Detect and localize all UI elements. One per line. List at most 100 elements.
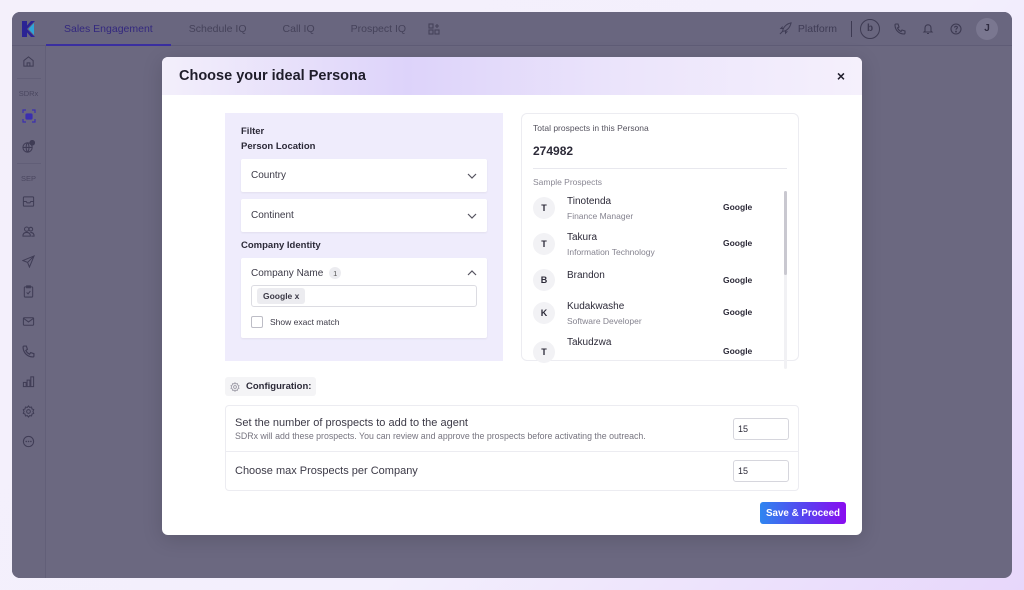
sidebar-item-analytics[interactable] — [12, 366, 46, 396]
sidebar-item-globe[interactable] — [12, 131, 46, 161]
modal-header: Choose your ideal Persona × — [162, 57, 862, 95]
more-icon — [22, 435, 35, 447]
filter-title: Filter — [241, 126, 265, 137]
country-label: Country — [251, 170, 287, 181]
exact-match-row: Show exact match — [251, 316, 477, 328]
help-icon[interactable] — [948, 21, 964, 37]
tab-call-iq[interactable]: Call IQ — [265, 12, 333, 46]
prospect-name: Brandon — [567, 270, 605, 281]
prospect-row[interactable]: K Kudakwashe Software Developer Google — [533, 296, 787, 332]
sidebar-item-agent[interactable] — [12, 101, 46, 131]
users-icon — [22, 226, 35, 237]
prospect-list: T Tinotenda Finance Manager Google T Taku… — [533, 191, 787, 369]
bell-icon[interactable] — [920, 21, 936, 37]
sidebar-divider — [16, 163, 41, 164]
sidebar-item-inbox[interactable] — [12, 186, 46, 216]
person-location-heading: Person Location — [241, 141, 316, 152]
sidebar-item-calls[interactable] — [12, 336, 46, 366]
scrollbar-thumb[interactable] — [784, 191, 787, 275]
prospect-list-scrollbar[interactable] — [784, 191, 787, 369]
phone-icon[interactable] — [892, 21, 908, 37]
divider — [851, 20, 852, 37]
b-button[interactable]: b — [860, 18, 880, 39]
logo[interactable] — [12, 12, 46, 46]
clipboard-check-icon — [23, 284, 34, 298]
phone-icon — [22, 344, 35, 358]
prospect-name: Takudzwa — [567, 337, 612, 348]
prospect-name: Tinotenda — [567, 196, 612, 207]
prospect-role: Finance Manager — [567, 211, 634, 221]
gear-icon — [230, 381, 240, 392]
globe-icon — [22, 139, 35, 153]
prospect-row[interactable]: B Brandon Google — [533, 263, 787, 296]
prospect-avatar: T — [533, 197, 555, 219]
sidebar: SDRx SEP — [12, 46, 46, 578]
config-row-title: Choose max Prospects per Company — [235, 465, 418, 477]
sidebar-item-more[interactable] — [12, 426, 46, 456]
logo-icon — [22, 20, 35, 37]
configuration-label: Configuration: — [246, 381, 312, 392]
mail-icon — [22, 316, 35, 326]
configuration-panel: Set the number of prospects to add to th… — [225, 405, 799, 491]
persona-modal: Choose your ideal Persona × Filter Perso… — [162, 57, 862, 535]
prospect-avatar: K — [533, 302, 555, 324]
sidebar-item-tasks[interactable] — [12, 276, 46, 306]
send-icon — [22, 254, 35, 268]
company-name-filter: Company Name 1 Google x Show exact match — [241, 258, 487, 338]
exact-match-label: Show exact match — [270, 317, 340, 327]
prospect-row[interactable]: T Takura Information Technology Google — [533, 227, 787, 263]
prospect-count-input[interactable] — [733, 417, 789, 440]
apps-grid-icon[interactable] — [428, 22, 440, 35]
prospect-role: Software Developer — [567, 316, 642, 326]
company-identity-heading: Company Identity — [241, 240, 321, 251]
save-proceed-button[interactable]: Save & Proceed — [760, 502, 846, 524]
prospect-row[interactable]: T Tinotenda Finance Manager Google — [533, 191, 787, 227]
home-icon — [23, 55, 34, 67]
prospect-name: Kudakwashe — [567, 301, 625, 312]
prospect-company: Google — [723, 307, 753, 317]
agent-icon — [21, 109, 36, 123]
close-button[interactable]: × — [837, 68, 845, 84]
prospects-panel: Total prospects in this Persona 274982 S… — [521, 113, 799, 369]
company-name-input[interactable]: Google x — [251, 285, 477, 307]
sidebar-item-mail[interactable] — [12, 306, 46, 336]
sidebar-item-send[interactable] — [12, 246, 46, 276]
top-right-actions: Platform b J — [779, 17, 1012, 40]
tab-sales-engagement[interactable]: Sales Engagement — [46, 12, 171, 46]
max-per-company-input[interactable] — [733, 460, 789, 482]
sidebar-item-settings[interactable] — [12, 396, 46, 426]
country-dropdown[interactable]: Country — [241, 159, 487, 192]
prospect-row[interactable]: T Takudzwa Google — [533, 332, 787, 368]
exact-match-checkbox[interactable] — [251, 316, 263, 328]
continent-dropdown[interactable]: Continent — [241, 199, 487, 232]
prospect-name: Takura — [567, 232, 598, 243]
sidebar-section-sep: SEP — [20, 174, 36, 183]
rocket-icon — [779, 22, 792, 35]
platform-link[interactable]: Platform — [779, 22, 837, 35]
inbox-icon — [22, 195, 35, 207]
config-row-prospect-count: Set the number of prospects to add to th… — [226, 406, 798, 451]
sidebar-item-users[interactable] — [12, 216, 46, 246]
prospect-company: Google — [723, 346, 753, 356]
total-prospects-value: 274982 — [533, 144, 574, 158]
filter-panel: Filter Person Location Country Continent… — [225, 113, 503, 361]
company-name-label: Company Name — [251, 267, 324, 279]
continent-label: Continent — [251, 210, 294, 221]
prospect-role: Information Technology — [567, 247, 655, 257]
chevron-down-icon — [467, 213, 477, 219]
chart-icon — [22, 375, 35, 387]
company-name-header[interactable]: Company Name 1 — [251, 267, 477, 279]
sidebar-item-home[interactable] — [12, 46, 46, 76]
divider — [533, 168, 787, 169]
user-avatar[interactable]: J — [976, 17, 998, 40]
company-tag[interactable]: Google x — [257, 288, 306, 304]
chevron-up-icon[interactable] — [467, 270, 477, 276]
configuration-heading: Configuration: — [225, 377, 317, 396]
sample-prospects-label: Sample Prospects — [533, 177, 602, 187]
tab-schedule-iq[interactable]: Schedule IQ — [171, 12, 265, 46]
gear-icon — [22, 404, 35, 418]
platform-label: Platform — [797, 22, 837, 35]
tab-prospect-iq[interactable]: Prospect IQ — [333, 12, 424, 46]
prospect-avatar: T — [533, 233, 555, 255]
config-row-subtitle: SDRx will add these prospects. You can r… — [235, 430, 646, 441]
